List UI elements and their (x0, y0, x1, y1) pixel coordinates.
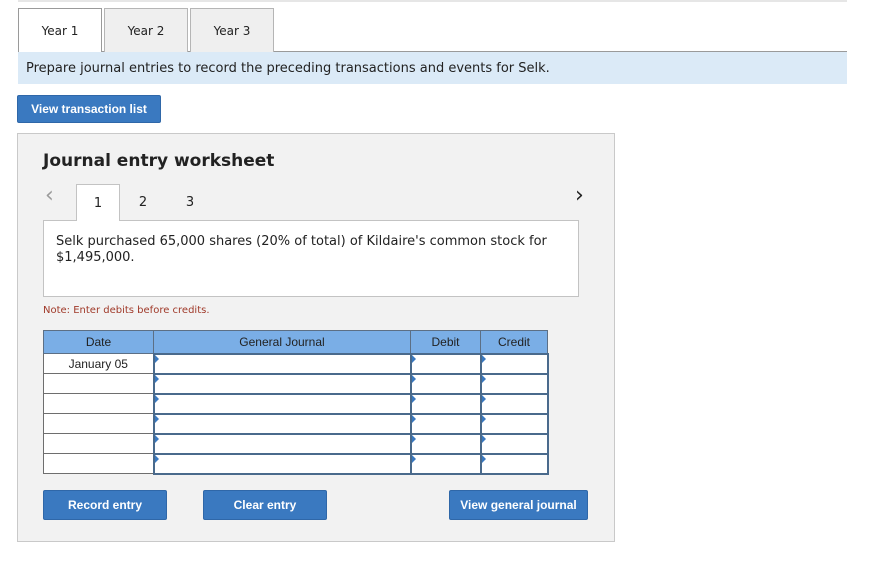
journal-header-row: Date General Journal Debit Credit (43, 330, 548, 354)
general-journal-input[interactable] (152, 452, 412, 475)
entry-tab-1[interactable]: 1 (76, 184, 120, 221)
journal-table: Date General Journal Debit Credit Januar… (43, 330, 549, 475)
table-row (43, 452, 549, 475)
debit-input[interactable] (409, 412, 482, 435)
entry-tab-2[interactable]: 2 (121, 184, 165, 220)
header-general-journal: General Journal (153, 330, 411, 354)
clear-entry-button[interactable]: Clear entry (203, 490, 327, 520)
general-journal-input[interactable] (152, 432, 412, 455)
header-date: Date (43, 330, 154, 354)
general-journal-input[interactable] (152, 372, 412, 395)
debit-input[interactable] (409, 372, 482, 395)
header-credit: Credit (480, 330, 548, 354)
tab-year-3[interactable]: Year 3 (190, 8, 274, 52)
view-transaction-list-button[interactable]: View transaction list (17, 95, 161, 123)
table-row (43, 432, 549, 455)
general-journal-input[interactable] (152, 412, 412, 435)
date-cell[interactable]: January 05 (43, 353, 154, 374)
header-debit: Debit (410, 330, 481, 354)
date-cell[interactable] (43, 413, 154, 434)
date-cell[interactable] (43, 433, 154, 454)
worksheet-title: Journal entry worksheet (43, 151, 275, 171)
credit-input[interactable] (479, 372, 549, 395)
table-row (43, 392, 549, 415)
credit-input[interactable] (479, 412, 549, 435)
debit-input[interactable] (409, 352, 482, 375)
transaction-description-text: Selk purchased 65,000 shares (20% of tot… (56, 234, 547, 265)
tab-year-1[interactable]: Year 1 (18, 8, 102, 53)
transaction-description: Selk purchased 65,000 shares (20% of tot… (43, 220, 579, 297)
credit-input[interactable] (479, 392, 549, 415)
credit-input[interactable] (479, 432, 549, 455)
date-cell[interactable] (43, 453, 154, 474)
chevron-left-icon[interactable]: ‹ (45, 185, 54, 207)
debit-input[interactable] (409, 452, 482, 475)
top-divider (18, 0, 847, 2)
general-journal-input[interactable] (152, 392, 412, 415)
table-row: January 05 (43, 352, 549, 375)
credit-input[interactable] (479, 452, 549, 475)
view-general-journal-button[interactable]: View general journal (449, 490, 588, 520)
journal-entry-worksheet: Journal entry worksheet ‹ › 1 2 3 Selk p… (17, 133, 615, 542)
debit-input[interactable] (409, 432, 482, 455)
instruction-bar: Prepare journal entries to record the pr… (18, 52, 847, 84)
note-text: Note: Enter debits before credits. (43, 305, 210, 316)
date-cell[interactable] (43, 373, 154, 394)
table-row (43, 372, 549, 395)
instruction-text: Prepare journal entries to record the pr… (26, 60, 550, 76)
general-journal-input[interactable] (152, 352, 412, 375)
date-cell[interactable] (43, 393, 154, 414)
credit-input[interactable] (479, 352, 549, 375)
entry-number-tabs: 1 2 3 (76, 184, 579, 221)
record-entry-button[interactable]: Record entry (43, 490, 167, 520)
debit-input[interactable] (409, 392, 482, 415)
table-row (43, 412, 549, 435)
tab-year-2[interactable]: Year 2 (104, 8, 188, 52)
entry-tab-3[interactable]: 3 (168, 184, 212, 220)
year-tabs: Year 1 Year 2 Year 3 (18, 8, 847, 53)
